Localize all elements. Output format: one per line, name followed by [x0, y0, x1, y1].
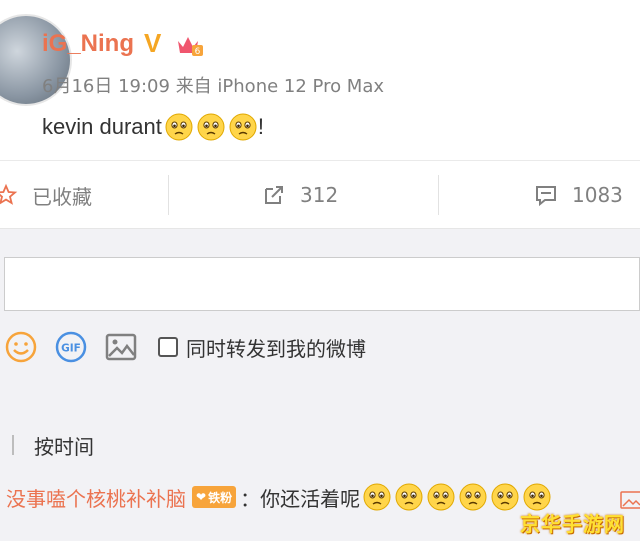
post-device[interactable]: iPhone 12 Pro Max	[217, 76, 384, 97]
emoji-picker-icon[interactable]	[4, 330, 38, 364]
sad-face-emoji-icon	[395, 483, 423, 511]
svg-text:6: 6	[195, 47, 201, 57]
post-text-body: kevin durant	[42, 114, 162, 139]
sync-repost-label[interactable]: 同时转发到我的微博	[186, 333, 366, 362]
verified-icon: V	[144, 28, 162, 58]
star-icon	[0, 183, 18, 205]
comment-panel: GIF 同时转发到我的微博 按时间 没事嗑个核桃补补脑 ❤ 铁粉 ： 你还活着呢	[0, 228, 640, 541]
sort-row: 按时间	[0, 425, 94, 465]
gif-label: GIF	[61, 343, 81, 355]
sync-repost-checkbox[interactable]	[158, 337, 178, 357]
post-username[interactable]: iG_Ning	[42, 30, 134, 58]
sad-face-emoji-icon	[165, 113, 193, 141]
comment-separator: ：	[240, 486, 261, 511]
comment-count: 1083	[572, 183, 623, 207]
comment-username[interactable]: 没事嗑个核桃补补脑	[6, 483, 186, 512]
sad-face-emoji-icon	[197, 113, 225, 141]
sad-face-emoji-icon	[229, 113, 257, 141]
post-source-prefix: 来自	[175, 76, 212, 97]
favorite-button[interactable]: 已收藏	[0, 161, 92, 229]
action-divider	[168, 175, 169, 215]
sad-face-emoji-icon	[491, 483, 519, 511]
sad-face-emoji-icon	[459, 483, 487, 511]
sad-face-emoji-icon	[363, 483, 391, 511]
image-icon[interactable]	[104, 330, 138, 364]
repost-count: 312	[300, 183, 339, 207]
repost-icon	[265, 186, 283, 204]
action-divider	[438, 175, 439, 215]
post-meta: 6月16日 19:09 来自 iPhone 12 Pro Max	[42, 72, 384, 98]
post-timestamp[interactable]: 6月16日 19:09	[42, 76, 170, 97]
fan-badge[interactable]: ❤ 铁粉	[192, 486, 237, 508]
post-text: kevin durant !	[42, 112, 264, 142]
sort-by-time-button[interactable]: 按时间	[34, 431, 94, 460]
sort-divider	[12, 435, 14, 455]
repost-button[interactable]: 312	[262, 161, 338, 229]
comment-item: 没事嗑个核桃补补脑 ❤ 铁粉 ： 你还活着呢	[6, 477, 552, 517]
comment-button[interactable]: 1083	[534, 161, 623, 229]
sad-face-emoji-icon	[427, 483, 455, 511]
action-bar: 已收藏 312 1083	[0, 160, 640, 229]
comment-icon	[536, 186, 556, 207]
comment-image-icon[interactable]	[620, 490, 640, 510]
favorite-label: 已收藏	[32, 184, 92, 209]
fan-badge-label: 铁粉	[208, 490, 233, 505]
fan-heart-icon: ❤	[196, 490, 207, 504]
post-text-trailing: !	[257, 114, 264, 139]
composer-toolbar: GIF 同时转发到我的微博	[4, 327, 366, 367]
watermark: 京华手游网	[520, 512, 625, 536]
comment-text: 你还活着呢	[260, 486, 361, 511]
vip-crown-icon: 6	[178, 37, 203, 57]
gif-icon[interactable]: GIF	[54, 330, 88, 364]
comment-input[interactable]	[4, 257, 640, 311]
